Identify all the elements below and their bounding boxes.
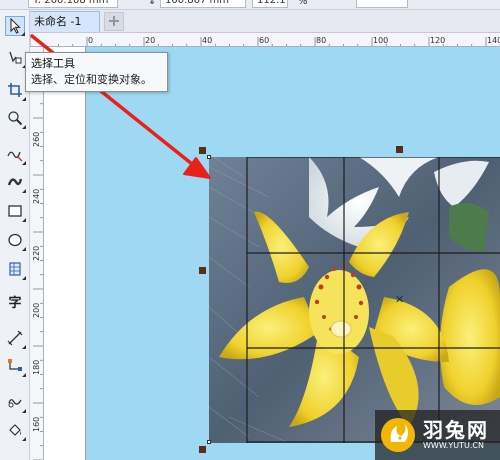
ruler-label: 260: [32, 132, 41, 147]
document-tab[interactable]: 未命名 -1: [28, 11, 100, 32]
page-margin: [50, 47, 86, 460]
freehand-curve-icon: [7, 151, 23, 162]
blend-tool-button[interactable]: [5, 392, 26, 413]
yellow-orchid-image: [209, 157, 500, 443]
tooltip: 选择工具 选择、定位和变换对象。: [25, 52, 168, 92]
add-document-button[interactable]: +: [104, 12, 124, 31]
parallel-dimension-icon: [7, 330, 23, 346]
flyout-corner-icon: [22, 189, 26, 193]
artistic-brush-icon: [7, 178, 23, 186]
ruler-label: 240: [32, 189, 41, 204]
ruler-label: 60: [259, 36, 269, 45]
selection-handle-top-center[interactable]: [396, 146, 403, 153]
magnifier-icon: [8, 111, 23, 126]
watermark-text: 羽兔网: [423, 418, 489, 442]
coreldraw-window: Y: 200.108 mm ⇕ 100.867 mm 112.1 % 未命名 -…: [0, 0, 500, 460]
node-handle-top-left[interactable]: [207, 155, 211, 159]
flyout-corner-icon: [22, 247, 26, 251]
flyout-corner-icon: [21, 32, 25, 36]
text-tool-button[interactable]: 字: [5, 291, 25, 311]
watermark: 羽兔网 WWW.YUTU.CN: [375, 410, 500, 460]
connector-tool-button[interactable]: [5, 356, 26, 377]
ruler-label: 100: [373, 36, 388, 45]
shape-node-icon: [9, 51, 22, 64]
dimension-tool-button[interactable]: [5, 328, 26, 349]
flyout-corner-icon: [22, 437, 26, 441]
tooltip-title: 选择工具: [31, 57, 75, 70]
blend-icon: [8, 399, 22, 408]
selection-handle-middle-left[interactable]: [199, 267, 206, 274]
flyout-corner-icon: [22, 345, 26, 349]
freehand-tool-button[interactable]: [5, 144, 26, 165]
document-tab-bar: 未命名 -1 +: [0, 10, 500, 33]
horizontal-ruler-ticks: 0 20 40 60 80 100 120 140: [30, 36, 500, 46]
ruler-label: 40: [202, 36, 212, 45]
ruler-label: 20: [145, 36, 155, 45]
crop-icon: [8, 83, 22, 97]
ellipse-tool-button[interactable]: [5, 230, 26, 251]
property-field-blank[interactable]: [356, 0, 408, 8]
fill-tool-button[interactable]: [5, 420, 26, 441]
ruler-label: 140: [487, 36, 500, 45]
paint-bucket-icon: [9, 424, 21, 436]
percent-label: %: [298, 0, 308, 7]
pick-tool-button[interactable]: [5, 16, 25, 36]
flyout-corner-icon: [22, 218, 26, 222]
rectangle-icon: [8, 205, 22, 217]
ruler-label: 200: [32, 303, 41, 318]
vertical-ruler[interactable]: 260 240 220 200 180 160: [30, 47, 44, 460]
node-handle-bottom-left[interactable]: [207, 440, 211, 444]
ruler-label: 120: [430, 36, 445, 45]
property-bar: Y: 200.108 mm ⇕ 100.867 mm 112.1 %: [0, 0, 500, 10]
rectangle-tool-button[interactable]: [5, 201, 26, 222]
text-icon: 字: [8, 295, 22, 311]
flyout-corner-icon: [22, 161, 26, 165]
rabbit-logo-icon: [381, 418, 415, 452]
shape-tool-button[interactable]: [5, 47, 26, 68]
tooltip-description: 选择、定位和变换对象。: [31, 73, 152, 86]
ellipse-icon: [8, 233, 22, 247]
flyout-corner-icon: [22, 97, 26, 101]
scale-field[interactable]: 112.1: [252, 0, 288, 8]
flyout-corner-icon: [22, 373, 26, 377]
flyout-corner-icon: [22, 409, 26, 413]
ruler-label: 180: [32, 360, 41, 375]
y-position-field[interactable]: Y: 200.108 mm: [28, 0, 118, 8]
selection-handle-bottom-left[interactable]: [199, 446, 206, 453]
flyout-corner-icon: [22, 276, 26, 280]
polygon-icon: [9, 262, 21, 276]
flyout-corner-icon: [22, 125, 26, 129]
flower-photo-object[interactable]: [209, 157, 500, 443]
zoom-tool-button[interactable]: [5, 108, 26, 129]
ruler-label: 160: [32, 417, 41, 432]
watermark-url: WWW.YUTU.CN: [423, 441, 484, 450]
vertical-ruler-ticks: 260 240 220 200 180 160: [32, 60, 43, 460]
artistic-media-tool-button[interactable]: [5, 172, 26, 193]
polygon-tool-button[interactable]: [5, 259, 26, 280]
height-lock-icon: ⇕: [148, 0, 157, 7]
height-field[interactable]: 100.867 mm: [160, 0, 246, 8]
ruler-label: 220: [32, 246, 41, 261]
connector-icon: [8, 359, 22, 371]
horizontal-ruler[interactable]: 0 20 40 60 80 100 120 140: [30, 33, 500, 47]
ruler-label: 80: [316, 36, 326, 45]
crop-tool-button[interactable]: [5, 80, 26, 101]
center-marker-icon: ✕: [395, 293, 405, 306]
ruler-label: 0: [88, 36, 93, 45]
selection-handle-top-left[interactable]: [199, 147, 206, 154]
